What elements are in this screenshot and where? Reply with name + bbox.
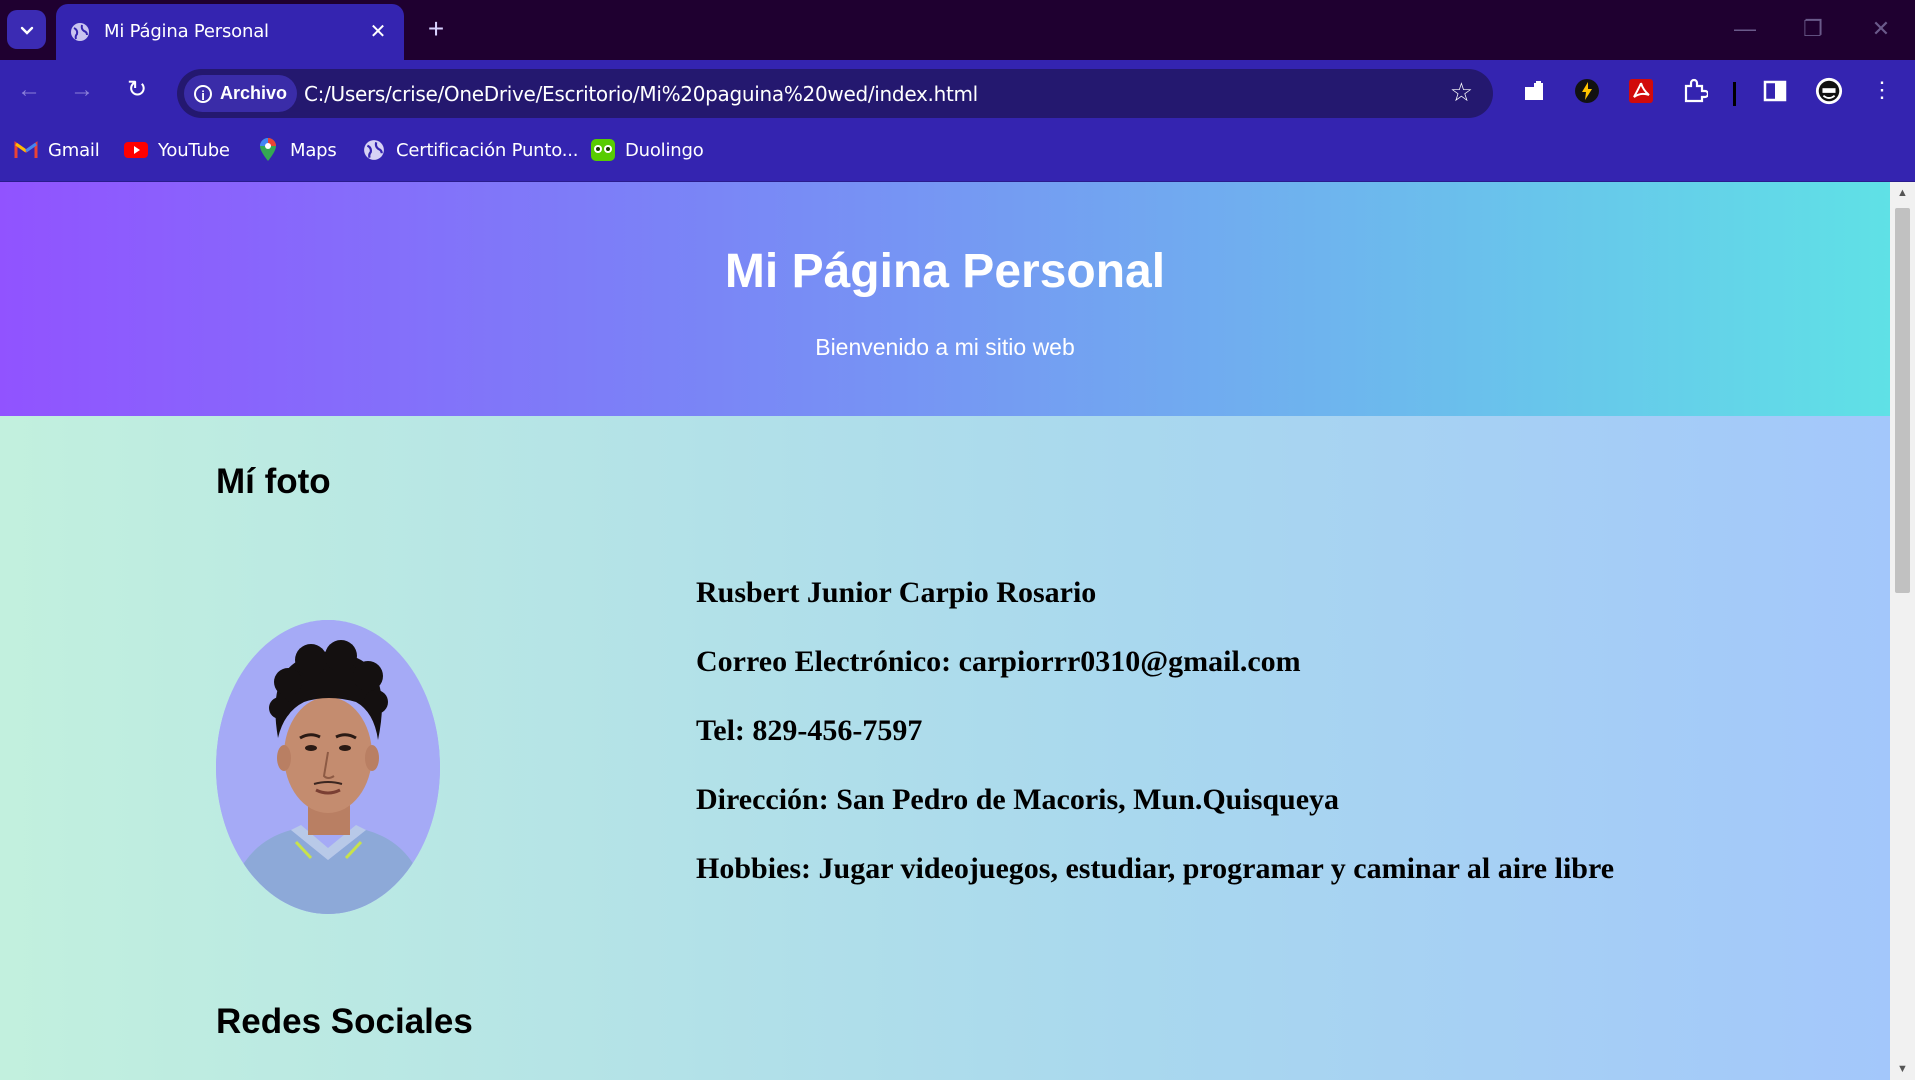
tab-strip: Mi Página Personal ✕ + — ❐ ✕: [0, 0, 1915, 60]
social-heading: Redes Sociales: [216, 1002, 473, 1041]
browser-toolbar: ← → ↻ i Archivo C:/Users/crise/OneDrive/…: [0, 60, 1915, 119]
new-tab-button[interactable]: +: [420, 14, 452, 46]
reload-icon[interactable]: ↻: [119, 72, 155, 108]
page-header: Mi Página Personal Bienvenido a mi sitio…: [0, 182, 1890, 416]
forward-icon[interactable]: →: [64, 72, 100, 108]
scrollbar-thumb[interactable]: [1895, 208, 1910, 593]
main-content: Mí foto Rusbert Junior Carpio Rosario Co…: [0, 416, 1890, 1080]
tab-title: Mi Página Personal: [104, 21, 269, 42]
bookmark-star-icon[interactable]: ☆: [1450, 77, 1473, 108]
globe-icon: [71, 23, 89, 41]
page-scrollbar[interactable]: ▲ ▼: [1890, 182, 1915, 1080]
bookmark-certificacion[interactable]: Certificación Punto...: [362, 139, 578, 161]
lightning-extension-icon[interactable]: [1573, 77, 1601, 105]
info-icon: i: [194, 84, 212, 103]
scroll-down-arrow-icon[interactable]: ▼: [1890, 1060, 1915, 1078]
side-panel-icon[interactable]: [1761, 77, 1789, 105]
acrobat-extension-icon[interactable]: [1627, 77, 1655, 105]
page-viewport: Mi Página Personal Bienvenido a mi sitio…: [0, 182, 1890, 1080]
scroll-up-arrow-icon[interactable]: ▲: [1890, 184, 1915, 202]
restore-icon[interactable]: ❐: [1793, 14, 1833, 46]
maps-icon: [256, 138, 280, 161]
url-text[interactable]: C:/Users/crise/OneDrive/Escritorio/Mi%20…: [304, 82, 978, 106]
tab-close-icon[interactable]: ✕: [366, 20, 390, 44]
bookmarks-bar: Gmail YouTube Maps Certificación Punto..…: [0, 119, 1915, 182]
address-bar[interactable]: i Archivo C:/Users/crise/OneDrive/Escrit…: [177, 69, 1493, 118]
bookmark-label: Maps: [290, 139, 337, 161]
bookmark-label: YouTube: [158, 139, 230, 161]
info-email: Correo Electrónico: carpiorrr0310@gmail.…: [696, 645, 1301, 678]
bookmark-maps[interactable]: Maps: [256, 138, 337, 161]
page-title: Mi Página Personal: [724, 245, 1166, 298]
youtube-icon: [124, 139, 148, 161]
close-window-icon[interactable]: ✕: [1861, 14, 1901, 46]
profile-photo: [216, 620, 440, 914]
active-tab[interactable]: Mi Página Personal ✕: [56, 4, 404, 60]
site-info-chip[interactable]: i Archivo: [184, 75, 298, 112]
tab-search-button[interactable]: [7, 10, 46, 49]
menu-dots-icon[interactable]: ⋮: [1864, 72, 1900, 108]
profile-avatar-icon[interactable]: [1815, 77, 1843, 105]
chevron-down-icon: [20, 26, 33, 35]
bookmark-label: Duolingo: [625, 139, 704, 161]
info-name: Rusbert Junior Carpio Rosario: [696, 576, 1097, 609]
extensions-puzzle-icon[interactable]: [1681, 77, 1709, 105]
bookmark-label: Gmail: [48, 139, 100, 161]
info-phone: Tel: 829-456-7597: [696, 714, 923, 747]
bookmark-duolingo[interactable]: Duolingo: [591, 139, 704, 161]
bookmark-gmail[interactable]: Gmail: [14, 139, 100, 161]
duolingo-icon: [591, 139, 615, 161]
minimize-icon[interactable]: —: [1725, 14, 1765, 46]
gmail-icon: [14, 139, 38, 161]
globe-icon: [362, 139, 386, 161]
bookmark-label: Certificación Punto...: [396, 139, 579, 161]
clipboard-extension-icon[interactable]: [1520, 77, 1548, 105]
info-hobbies: Hobbies: Jugar videojuegos, estudiar, pr…: [696, 852, 1615, 885]
bookmark-youtube[interactable]: YouTube: [124, 139, 230, 161]
back-icon[interactable]: ←: [11, 72, 47, 108]
photo-heading: Mí foto: [216, 462, 331, 501]
info-address: Dirección: San Pedro de Macoris, Mun.Qui…: [696, 783, 1340, 816]
page-subtitle: Bienvenido a mi sitio web: [815, 334, 1075, 360]
toolbar-separator: [1733, 82, 1736, 106]
site-info-label: Archivo: [220, 83, 288, 103]
